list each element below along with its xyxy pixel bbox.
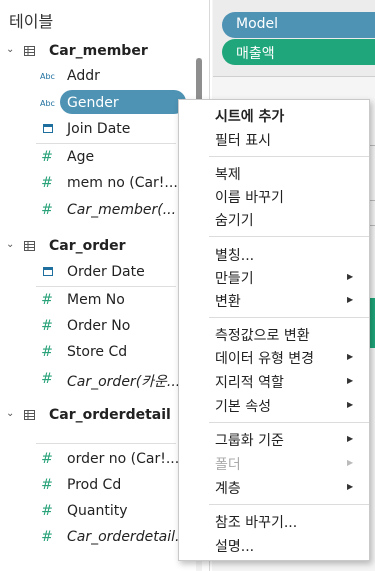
menu-item-hierarchy[interactable]: 계층 [215, 478, 241, 498]
calendar-icon [43, 124, 53, 133]
field-label: Gender [67, 95, 119, 111]
measure-pill[interactable]: 매출액 [222, 39, 375, 65]
hash-icon: # [41, 477, 53, 493]
field-row[interactable]: # mem no (Car!... [0, 172, 196, 196]
menu-separator [209, 317, 369, 318]
submenu-arrow-icon: ▶ [347, 295, 354, 304]
hash-icon: # [41, 318, 53, 334]
field-row[interactable]: Abc Addr [0, 65, 196, 89]
table-icon [24, 46, 35, 56]
menu-item-convert-to-measure[interactable]: 측정값으로 변환 [215, 325, 310, 345]
menu-item-default-properties[interactable]: 기본 속성 [215, 396, 271, 416]
pill-label: Model [236, 16, 279, 32]
field-label: Addr [67, 68, 100, 84]
menu-separator [209, 236, 369, 237]
menu-separator [209, 156, 369, 157]
string-type-icon: Abc [40, 99, 55, 108]
field-label: Join Date [67, 121, 131, 137]
field-row[interactable]: # Store Cd [0, 341, 196, 365]
menu-item-folders: 폴더 [215, 457, 241, 473]
field-row[interactable]: Order Date [0, 261, 196, 285]
menu-item-hide[interactable]: 숨기기 [215, 210, 254, 230]
hash-icon: # [41, 503, 53, 519]
divider [370, 225, 375, 226]
context-menu: 시트에 추가 필터 표시 복제 이름 바꾸기 숨기기 별칭... 만들기 ▶ 변… [178, 99, 370, 561]
field-row[interactable]: # order no (Car!... [0, 448, 196, 472]
field-label: Car_order(카운... [67, 374, 181, 390]
table-header-car-orderdetail[interactable]: ⌄ Car_orderdetail [0, 404, 196, 428]
chevron-down-icon[interactable]: ⌄ [6, 239, 14, 250]
menu-item-describe[interactable]: 설명... [215, 536, 254, 556]
field-label: Prod Cd [67, 477, 122, 493]
field-row[interactable]: Join Date [0, 118, 196, 142]
submenu-arrow-icon: ▶ [347, 376, 354, 385]
submenu-arrow-icon: ▶ [347, 272, 354, 281]
menu-item-duplicate[interactable]: 복제 [215, 164, 241, 184]
divider [370, 145, 375, 146]
field-row[interactable]: # Age [0, 146, 196, 170]
chevron-down-icon[interactable]: ⌄ [6, 44, 14, 55]
menu-item-add-to-sheet[interactable]: 시트에 추가 [215, 106, 284, 126]
field-label: Car_orderdetail... [67, 529, 189, 545]
field-label: mem no (Car!... [67, 175, 178, 191]
menu-item-geographic-role[interactable]: 지리적 역할 [215, 372, 284, 392]
table-name: Car_member [49, 43, 148, 59]
menu-item-group-by[interactable]: 그룹화 기준 [215, 430, 284, 450]
field-row[interactable]: # Order No [0, 315, 196, 339]
hash-icon: # [41, 175, 53, 191]
panel-title: 테이블 [9, 12, 54, 31]
divider [36, 443, 176, 444]
field-row[interactable]: # Quantity [0, 500, 196, 524]
hash-icon: # [41, 202, 53, 218]
submenu-arrow-icon: ▶ [347, 458, 354, 467]
table-icon [24, 410, 35, 420]
table-name: Car_order [49, 238, 126, 254]
hash-icon: # [41, 371, 53, 387]
menu-separator [209, 504, 369, 505]
calendar-icon [43, 267, 53, 276]
menu-item-rename[interactable]: 이름 바꾸기 [215, 187, 284, 207]
chevron-down-icon[interactable]: ⌄ [6, 408, 14, 419]
field-label: Age [67, 149, 95, 165]
field-label: Mem No [67, 292, 125, 308]
field-label: Order Date [67, 264, 145, 280]
field-label: order no (Car!... [67, 451, 180, 467]
field-label: Store Cd [67, 344, 128, 360]
hash-icon: # [41, 292, 53, 308]
field-label: Quantity [67, 503, 128, 519]
dimension-pill[interactable]: Model [222, 12, 375, 38]
hash-icon: # [41, 451, 53, 467]
menu-item-aliases[interactable]: 별칭... [215, 245, 254, 265]
submenu-arrow-icon: ▶ [347, 482, 354, 491]
submenu-arrow-icon: ▶ [347, 434, 354, 443]
table-icon [24, 241, 35, 251]
menu-item-show-filter[interactable]: 필터 표시 [215, 130, 271, 150]
field-row[interactable]: # Car_orderdetail... [0, 526, 196, 550]
hash-icon: # [41, 529, 53, 545]
field-row[interactable]: # Mem No [0, 289, 196, 313]
pill-label: 매출액 [236, 46, 275, 62]
field-label: Order No [67, 318, 131, 334]
menu-item-transform[interactable]: 변환 [215, 291, 241, 311]
submenu-arrow-icon: ▶ [347, 352, 354, 361]
string-type-icon: Abc [40, 72, 55, 81]
table-name: Car_orderdetail [49, 407, 171, 423]
hash-icon: # [41, 149, 53, 165]
divider [36, 143, 176, 144]
field-row[interactable]: # Car_order(카운... [0, 368, 196, 392]
divider [370, 200, 375, 201]
hash-icon: # [41, 344, 53, 360]
menu-item-replace-references[interactable]: 참조 바꾸기... [215, 512, 297, 532]
table-header-car-order[interactable]: ⌄ Car_order [0, 235, 196, 259]
menu-item-change-data-type[interactable]: 데이터 유형 변경 [215, 348, 314, 368]
submenu-arrow-icon: ▶ [347, 400, 354, 409]
field-row[interactable]: # Prod Cd [0, 474, 196, 498]
menu-item-create[interactable]: 만들기 [215, 268, 254, 288]
divider [36, 286, 176, 287]
table-header-car-member[interactable]: ⌄ Car_member [0, 40, 196, 64]
field-row[interactable]: # Car_member(... [0, 199, 196, 223]
field-row-selected[interactable]: Abc Gender [0, 90, 196, 116]
field-label: Car_member(... [67, 202, 177, 218]
menu-separator [209, 422, 369, 423]
